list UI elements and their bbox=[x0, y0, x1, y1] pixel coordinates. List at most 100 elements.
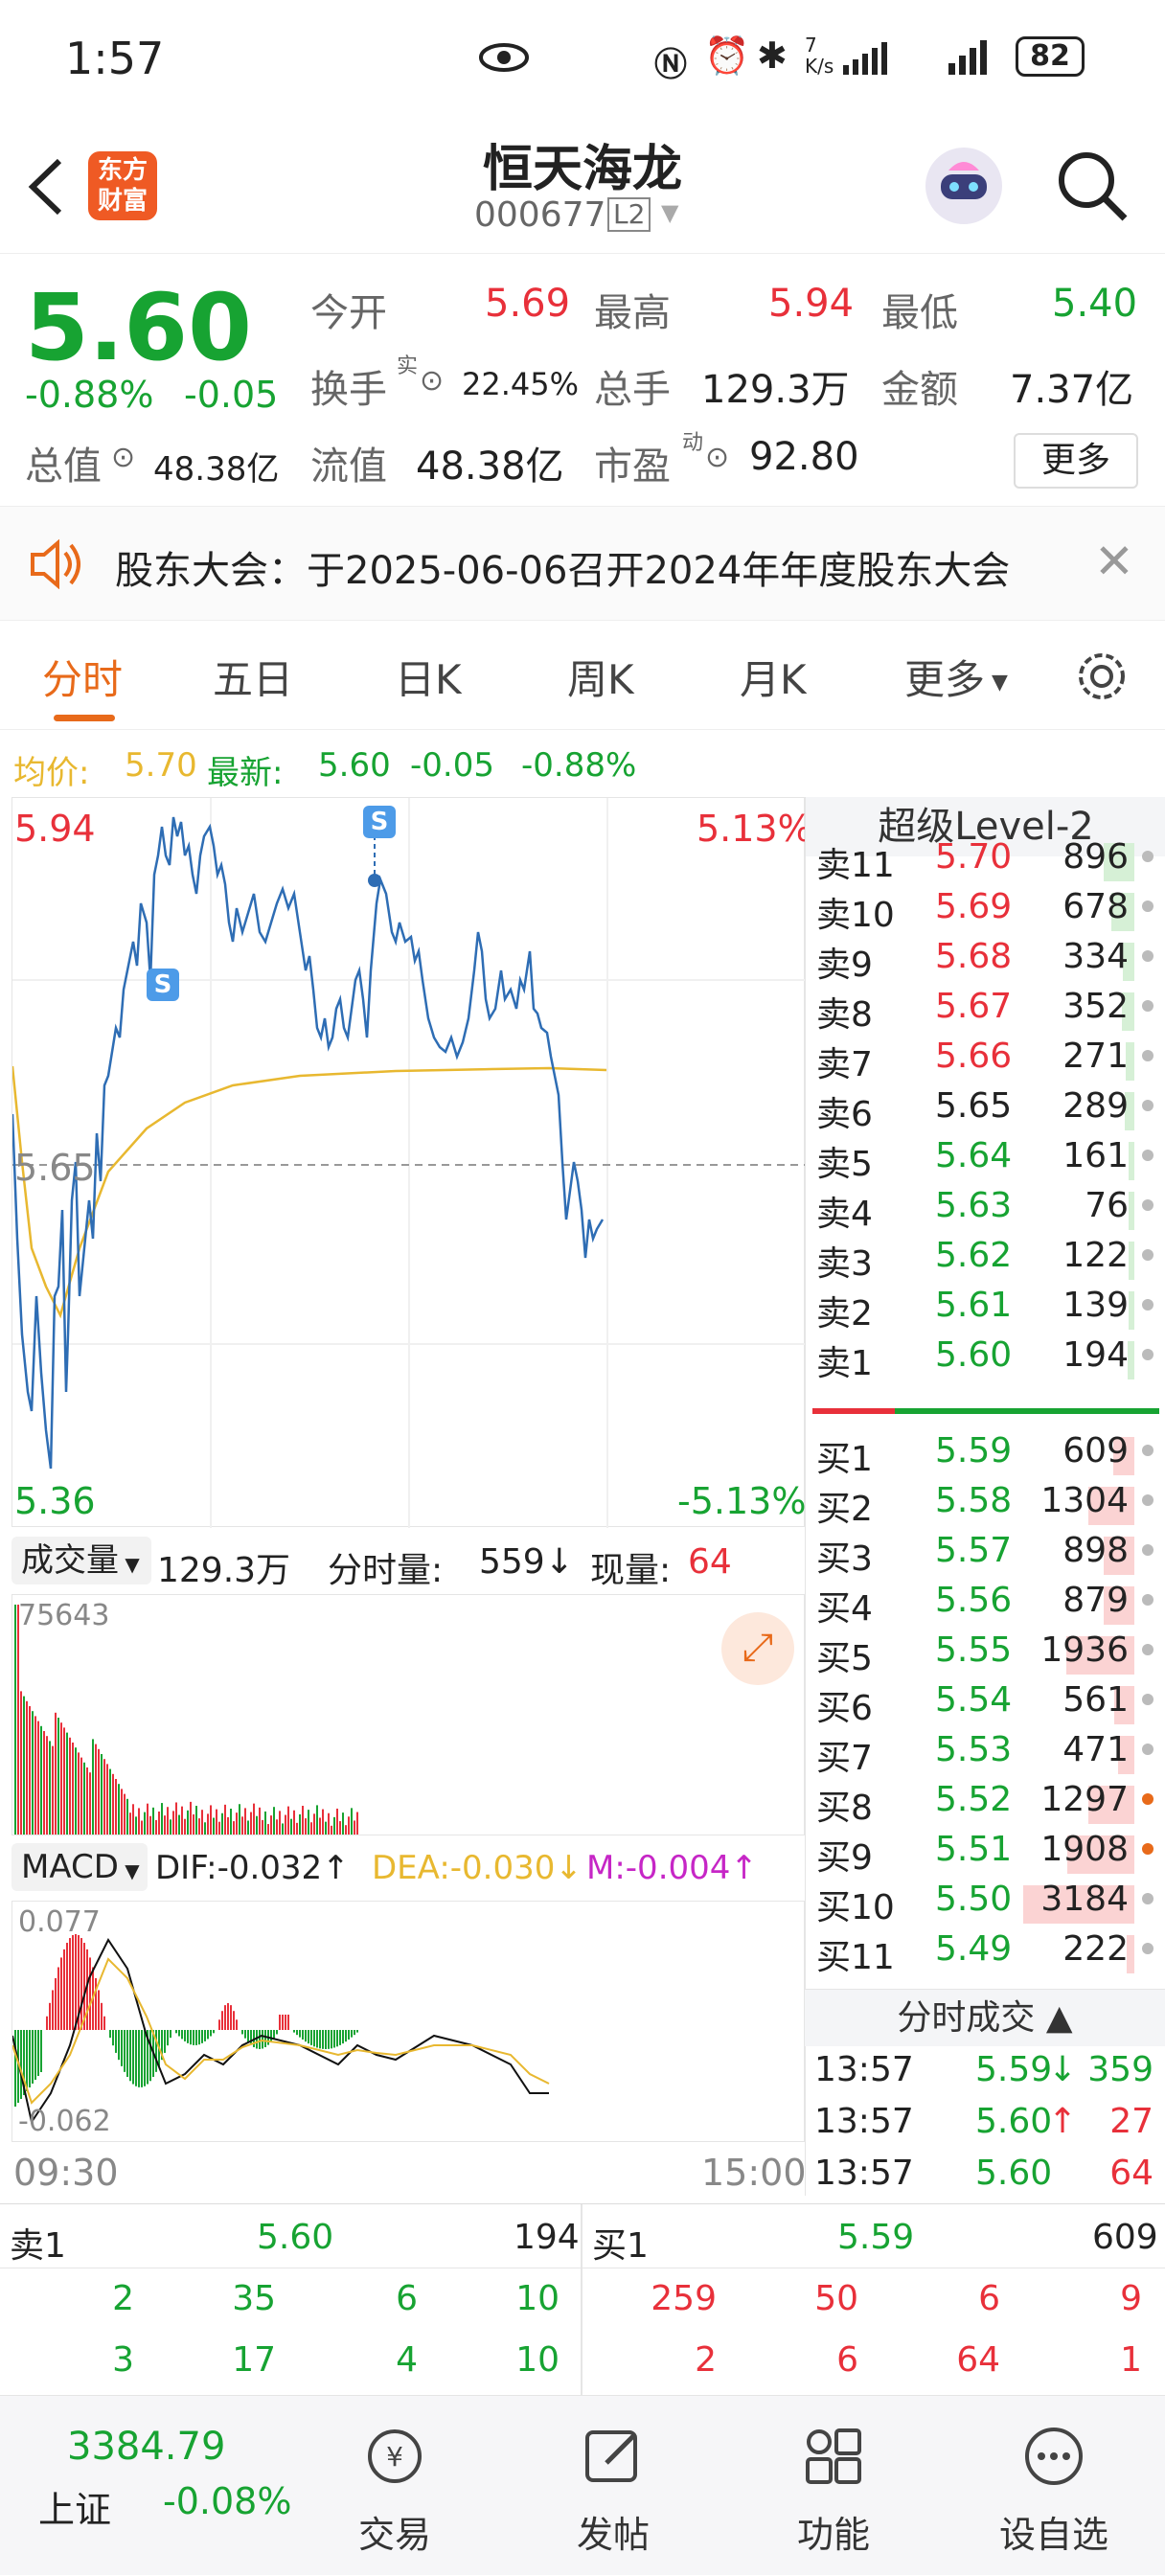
macd-dif: DIF:-0.032↑ bbox=[155, 1849, 350, 1887]
pe-label: 市盈 bbox=[594, 445, 671, 489]
settings-gear-icon[interactable] bbox=[1073, 648, 1131, 705]
trade-marker-s[interactable]: S bbox=[363, 806, 396, 838]
level-price: 5.58 bbox=[935, 1481, 1013, 1520]
ask-row[interactable]: 卖11 5.70 896 bbox=[805, 837, 1165, 887]
bid-row[interactable]: 买6 5.54 561 bbox=[805, 1680, 1165, 1730]
volume-label: 总手 bbox=[594, 368, 671, 412]
nav-trade[interactable]: ¥ 交易 bbox=[318, 2396, 471, 2576]
level-price: 5.51 bbox=[935, 1830, 1013, 1869]
volume-bar bbox=[1129, 1242, 1134, 1280]
chevron-down-icon[interactable]: ▼ bbox=[661, 199, 678, 226]
intraday-chart[interactable]: S S 5.94 5.13% 5.65 5.36 -5.13% bbox=[11, 797, 812, 1528]
dot-icon bbox=[1142, 1249, 1154, 1261]
high-label: 最高 bbox=[594, 291, 671, 335]
ask-row[interactable]: 卖8 5.67 352 bbox=[805, 987, 1165, 1037]
index-name: 上证 bbox=[38, 2489, 112, 2531]
info-icon[interactable]: ⊙ bbox=[420, 364, 444, 398]
bid-row[interactable]: 买5 5.55 1936 bbox=[805, 1630, 1165, 1680]
bid-row[interactable]: 买3 5.57 898 bbox=[805, 1531, 1165, 1581]
index-ticker[interactable]: 3384.79 上证 -0.08% bbox=[0, 2396, 297, 2576]
level-name: 卖8 bbox=[816, 995, 873, 1035]
level-name: 买7 bbox=[816, 1739, 873, 1778]
macd-chart[interactable]: 0.077 -0.062 bbox=[11, 1901, 805, 2142]
tab-monthly-k[interactable]: 月K bbox=[740, 648, 807, 706]
bid-row[interactable]: 买11 5.49 222 bbox=[805, 1929, 1165, 1979]
bid-row[interactable]: 买1 5.59 609 bbox=[805, 1431, 1165, 1481]
bid-row[interactable]: 买7 5.53 471 bbox=[805, 1730, 1165, 1780]
nfc-icon: Ⓝ bbox=[654, 46, 687, 84]
close-icon[interactable]: ✕ bbox=[1094, 534, 1134, 589]
ask-row[interactable]: 卖5 5.64 161 bbox=[805, 1136, 1165, 1186]
ask-row[interactable]: 卖9 5.68 334 bbox=[805, 937, 1165, 987]
pct-low-label: -5.13% bbox=[677, 1480, 807, 1522]
nav-post[interactable]: 发帖 bbox=[537, 2396, 690, 2576]
level-name: 卖11 bbox=[816, 846, 895, 885]
search-icon[interactable] bbox=[1054, 148, 1131, 224]
bid-row[interactable]: 买2 5.58 1304 bbox=[805, 1481, 1165, 1531]
level-name: 卖4 bbox=[816, 1195, 873, 1234]
nav-functions[interactable]: 功能 bbox=[757, 2396, 910, 2576]
info-icon[interactable]: ⊙ bbox=[705, 441, 729, 474]
level-volume: 289 bbox=[1062, 1086, 1129, 1126]
ask-row[interactable]: 卖4 5.63 76 bbox=[805, 1186, 1165, 1236]
trade-price: 5.60 bbox=[975, 2102, 1053, 2141]
tab-more[interactable]: 更多 ▼ bbox=[904, 648, 1008, 706]
bid-row[interactable]: 买4 5.56 879 bbox=[805, 1581, 1165, 1630]
bid-row[interactable]: 买8 5.52 1297 bbox=[805, 1780, 1165, 1830]
trade-price: 5.59 bbox=[975, 2050, 1053, 2089]
level-volume: 1304 bbox=[1040, 1481, 1129, 1520]
nav-add-watchlist-label: 设自选 bbox=[998, 2514, 1108, 2556]
queue-order: 35 bbox=[232, 2279, 276, 2318]
macd-bottom-label: -0.062 bbox=[18, 2105, 111, 2138]
level-price: 5.65 bbox=[935, 1086, 1013, 1126]
dot-icon bbox=[1142, 1644, 1154, 1655]
ask-row[interactable]: 卖2 5.61 139 bbox=[805, 1286, 1165, 1335]
ask-row[interactable]: 卖7 5.66 271 bbox=[805, 1037, 1165, 1086]
level-volume: 1908 bbox=[1040, 1830, 1129, 1869]
volume-dropdown[interactable]: 成交量 ▼ bbox=[11, 1537, 151, 1584]
tab-intraday[interactable]: 分时 bbox=[42, 648, 123, 706]
battery-icon: 82 bbox=[1016, 36, 1085, 77]
volume-chart[interactable]: 75643 ⤢ bbox=[11, 1594, 805, 1835]
tab-weekly-k[interactable]: 周K bbox=[567, 648, 634, 706]
level-name: 买6 bbox=[816, 1689, 873, 1728]
robot-assistant-icon[interactable] bbox=[922, 144, 1006, 228]
nav-add-watchlist[interactable]: 设自选 bbox=[977, 2396, 1131, 2576]
queue-order: 9 bbox=[1120, 2279, 1142, 2318]
ask-row[interactable]: 卖10 5.69 678 bbox=[805, 887, 1165, 937]
trades-title[interactable]: 分时成交 ▲ bbox=[805, 1989, 1165, 2046]
bid-ask-divider bbox=[812, 1408, 1159, 1414]
macd-dropdown[interactable]: MACD ▼ bbox=[11, 1843, 148, 1891]
ask-row[interactable]: 卖1 5.60 194 bbox=[805, 1335, 1165, 1385]
trade-volume: 64 bbox=[1109, 2154, 1154, 2193]
dot-icon bbox=[1142, 1943, 1154, 1954]
level-price: 5.55 bbox=[935, 1630, 1013, 1670]
mktcap-label: 总值 bbox=[25, 445, 102, 489]
high-value: 5.94 bbox=[768, 282, 855, 326]
trade-time: 13:57 bbox=[814, 2102, 914, 2141]
tab-daily-k[interactable]: 日K bbox=[395, 648, 462, 706]
level-name: 卖2 bbox=[816, 1294, 873, 1334]
tab-five-day[interactable]: 五日 bbox=[213, 648, 293, 706]
trade-row: 13:57 5.60 ↑ 27 bbox=[805, 2102, 1165, 2152]
net-speed: 7 K/s bbox=[805, 34, 834, 78]
expand-icon[interactable]: ⤢ bbox=[721, 1612, 794, 1685]
tab-more-label: 更多 bbox=[904, 656, 986, 703]
nav-functions-label: 功能 bbox=[796, 2514, 870, 2556]
macd-dropdown-label: MACD bbox=[21, 1848, 119, 1886]
notice-banner[interactable]: 股东大会：于2025-06-06召开2024年年度股东大会 ✕ bbox=[0, 506, 1165, 621]
more-button[interactable]: 更多 bbox=[1014, 433, 1138, 489]
ask-row[interactable]: 卖6 5.65 289 bbox=[805, 1086, 1165, 1136]
level-price: 5.70 bbox=[935, 837, 1013, 877]
queue-order: 2 bbox=[112, 2279, 134, 2318]
level-price: 5.50 bbox=[935, 1880, 1013, 1919]
info-icon[interactable]: ⊙ bbox=[111, 441, 135, 474]
trade-time: 13:57 bbox=[814, 2154, 914, 2193]
ask-row[interactable]: 卖3 5.62 122 bbox=[805, 1236, 1165, 1286]
bid-row[interactable]: 买9 5.51 1908 bbox=[805, 1830, 1165, 1880]
dot-icon bbox=[1142, 1000, 1154, 1012]
level-volume: 194 bbox=[1062, 1335, 1129, 1375]
trade-marker-s[interactable]: S bbox=[147, 969, 179, 1001]
level-volume: 898 bbox=[1062, 1531, 1129, 1570]
bid-row[interactable]: 买10 5.50 3184 bbox=[805, 1880, 1165, 1929]
